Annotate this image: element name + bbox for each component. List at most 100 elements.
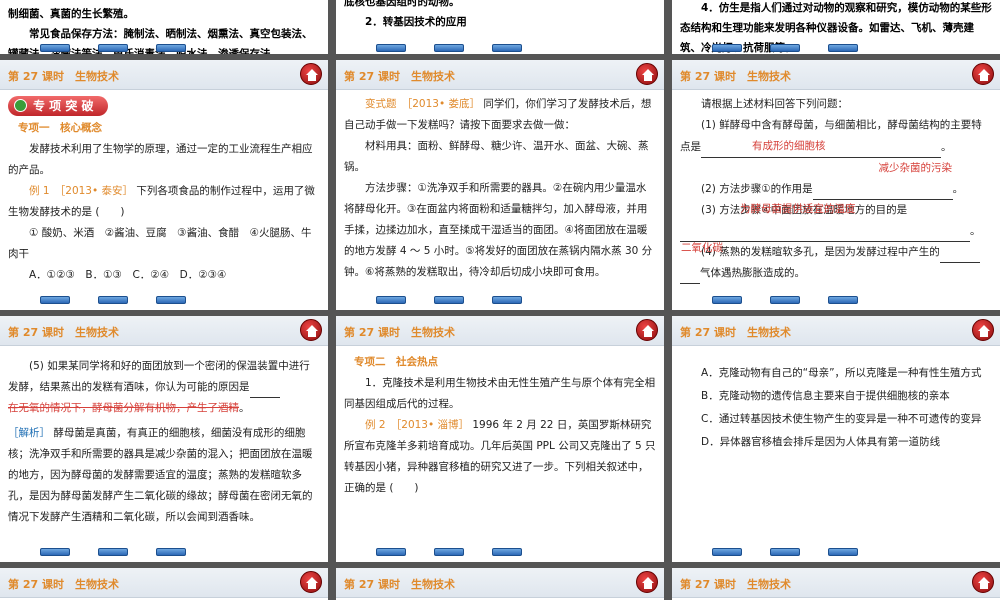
analysis-text: 酵母菌是真菌，有真正的细胞核，细菌没有成形的细胞核；洗净双手和所需要的器具是减少… xyxy=(8,427,313,523)
example-label: 例 1 ［2013• 泰安］ xyxy=(29,185,134,197)
nav-prev-button[interactable] xyxy=(712,44,742,52)
nav-home-button[interactable] xyxy=(434,296,464,304)
home-icon xyxy=(978,577,990,589)
nav-home-button[interactable] xyxy=(98,296,128,304)
slide-header: 第 27 课时 生物技术 xyxy=(336,60,664,90)
nav-next-button[interactable] xyxy=(828,296,858,304)
slide-variant-question: 第 27 课时 生物技术 变式题 ［2013• 娄底］ 同学们，你们学习了发酵技… xyxy=(336,60,664,310)
nav-bar xyxy=(376,548,522,556)
top-mid-line2: 2．转基因技术的应用 xyxy=(365,16,467,28)
slide-title: 第 27 课时 生物技术 xyxy=(8,70,119,83)
nav-home-button[interactable] xyxy=(98,44,128,52)
option-a: A．克隆动物有自己的“母亲”，所以克隆是一种有性生殖方式 xyxy=(701,367,982,379)
slide-header: 第 27 课时 生物技术 xyxy=(672,568,1000,598)
nav-prev-button[interactable] xyxy=(40,296,70,304)
home-icon xyxy=(306,69,318,81)
top-panel-right: 4．仿生是指人们通过对动物的观察和研究，模仿动物的某些形态结构和生理功能来发明各… xyxy=(672,0,1000,54)
question-2: (2) 方法步骤①的作用是 xyxy=(701,183,813,195)
nav-home-button[interactable] xyxy=(770,44,800,52)
example-items: ① 酸奶、米酒 ②酱油、豆腐 ③酱油、食醋 ④火腿肠、牛肉干 xyxy=(8,227,312,260)
home-icon xyxy=(978,325,990,337)
option-b: B．克隆动物的遗传信息主要来自于提供细胞核的亲本 xyxy=(701,390,950,402)
nav-bar xyxy=(40,296,186,304)
home-icon xyxy=(642,325,654,337)
nav-next-button[interactable] xyxy=(492,296,522,304)
slide-header: 第 27 课时 生物技术 xyxy=(0,568,328,598)
top-panel-mid: 底核也基因组时的动物。 2．转基因技术的应用 xyxy=(336,0,664,54)
slide-header: 第 27 课时 生物技术 xyxy=(672,60,1000,90)
intro-text: 发酵技术利用了生物学的原理，通过一定的工业流程生产相应的产品。 xyxy=(8,143,313,176)
slide-title: 第 27 课时 生物技术 xyxy=(344,578,455,591)
slide-questions: 第 27 课时 生物技术 请根据上述材料回答下列问题： (1) 鲜酵母中含有酵母… xyxy=(672,60,1000,310)
nav-next-button[interactable] xyxy=(156,44,186,52)
home-button[interactable] xyxy=(636,63,658,85)
home-button[interactable] xyxy=(972,571,994,593)
slide-header: 第 27 课时 生物技术 xyxy=(0,316,328,346)
nav-prev-button[interactable] xyxy=(712,548,742,556)
option-c: C．通过转基因技术使生物产生的变异是一种不可遗传的变异 xyxy=(701,413,982,425)
nav-prev-button[interactable] xyxy=(376,296,406,304)
answer-2: 减少杂菌的污染 xyxy=(878,162,953,174)
home-button[interactable] xyxy=(636,571,658,593)
materials-text: 材料用具：面粉、鲜酵母、糖少许、温开水、面盆、大碗、蒸锅。 xyxy=(344,140,649,173)
nav-bar xyxy=(712,548,858,556)
home-button[interactable] xyxy=(972,319,994,341)
slide-title: 第 27 课时 生物技术 xyxy=(8,578,119,591)
nav-prev-button[interactable] xyxy=(40,548,70,556)
nav-bar xyxy=(376,44,522,52)
nav-home-button[interactable] xyxy=(770,548,800,556)
nav-next-button[interactable] xyxy=(156,296,186,304)
slide-title: 第 27 课时 生物技术 xyxy=(680,326,791,339)
home-button[interactable] xyxy=(300,571,322,593)
special-breakthrough-badge: 专 项 突 破 xyxy=(8,96,108,116)
slide-header: 第 27 课时 生物技术 xyxy=(336,568,664,598)
question-4-end: 气体遇热膨胀造成的。 xyxy=(700,267,805,279)
home-icon xyxy=(978,69,990,81)
answer-1: 有成形的细胞核 xyxy=(701,136,941,158)
cloning-definition: 1．克隆技术是利用生物技术由无性生殖产生与原个体有完全相同基因组成后代的过程。 xyxy=(344,377,656,410)
home-button[interactable] xyxy=(300,63,322,85)
slide-header: 第 27 课时 生物技术 xyxy=(336,316,664,346)
nav-bar xyxy=(40,548,186,556)
top-left-line1: 制细菌、真菌的生长繁殖。 xyxy=(8,8,134,20)
home-icon xyxy=(306,325,318,337)
nav-next-button[interactable] xyxy=(156,548,186,556)
slide-title: 第 27 课时 生物技术 xyxy=(344,326,455,339)
home-icon xyxy=(642,577,654,589)
nav-bar xyxy=(712,296,858,304)
nav-next-button[interactable] xyxy=(828,548,858,556)
nav-next-button[interactable] xyxy=(492,548,522,556)
analysis-label: ［解析］ xyxy=(8,427,50,439)
answer-5: 在无氧的情况下，酵母菌分解有机物，产生了酒精 xyxy=(8,402,239,414)
nav-prev-button[interactable] xyxy=(40,44,70,52)
home-button[interactable] xyxy=(972,63,994,85)
nav-prev-button[interactable] xyxy=(376,548,406,556)
example-options: A．①②③ B．①③ C．②④ D．②③④ xyxy=(29,269,227,281)
home-button[interactable] xyxy=(636,319,658,341)
nav-home-button[interactable] xyxy=(434,44,464,52)
nav-home-button[interactable] xyxy=(434,548,464,556)
home-icon xyxy=(642,69,654,81)
top-mid-line1: 底核也基因组时的动物。 xyxy=(344,0,460,8)
nav-home-button[interactable] xyxy=(770,296,800,304)
nav-next-button[interactable] xyxy=(492,44,522,52)
answer-3: 为酵母菌提供适宜的温度 xyxy=(740,203,856,215)
slide-partial: 第 27 课时 生物技术 xyxy=(336,568,664,600)
slide-social-hotspot: 第 27 课时 生物技术 专项二 社会热点 1．克隆技术是利用生物技术由无性生殖… xyxy=(336,316,664,562)
steps-text: 方法步骤：①洗净双手和所需要的器具。②在碗内用少量温水将酵母化开。③在面盆内将面… xyxy=(344,182,653,278)
slide-options: 第 27 课时 生物技术 A．克隆动物有自己的“母亲”，所以克隆是一种有性生殖方… xyxy=(672,316,1000,562)
slide-title: 第 27 课时 生物技术 xyxy=(344,70,455,83)
nav-home-button[interactable] xyxy=(98,548,128,556)
lead-text: 请根据上述材料回答下列问题： xyxy=(701,98,848,110)
nav-bar xyxy=(376,296,522,304)
slide-partial: 第 27 课时 生物技术 xyxy=(672,568,1000,600)
topic-heading: 专项二 社会热点 xyxy=(354,356,438,368)
nav-bar xyxy=(712,44,858,52)
nav-prev-button[interactable] xyxy=(712,296,742,304)
nav-next-button[interactable] xyxy=(828,44,858,52)
nav-prev-button[interactable] xyxy=(376,44,406,52)
slide-partial: 第 27 课时 生物技术 xyxy=(0,568,328,600)
answer-4: 二氧化碳 xyxy=(681,242,723,254)
home-button[interactable] xyxy=(300,319,322,341)
slide-analysis: 第 27 课时 生物技术 (5) 如果某同学将和好的面团放到一个密闭的保温装置中… xyxy=(0,316,328,562)
